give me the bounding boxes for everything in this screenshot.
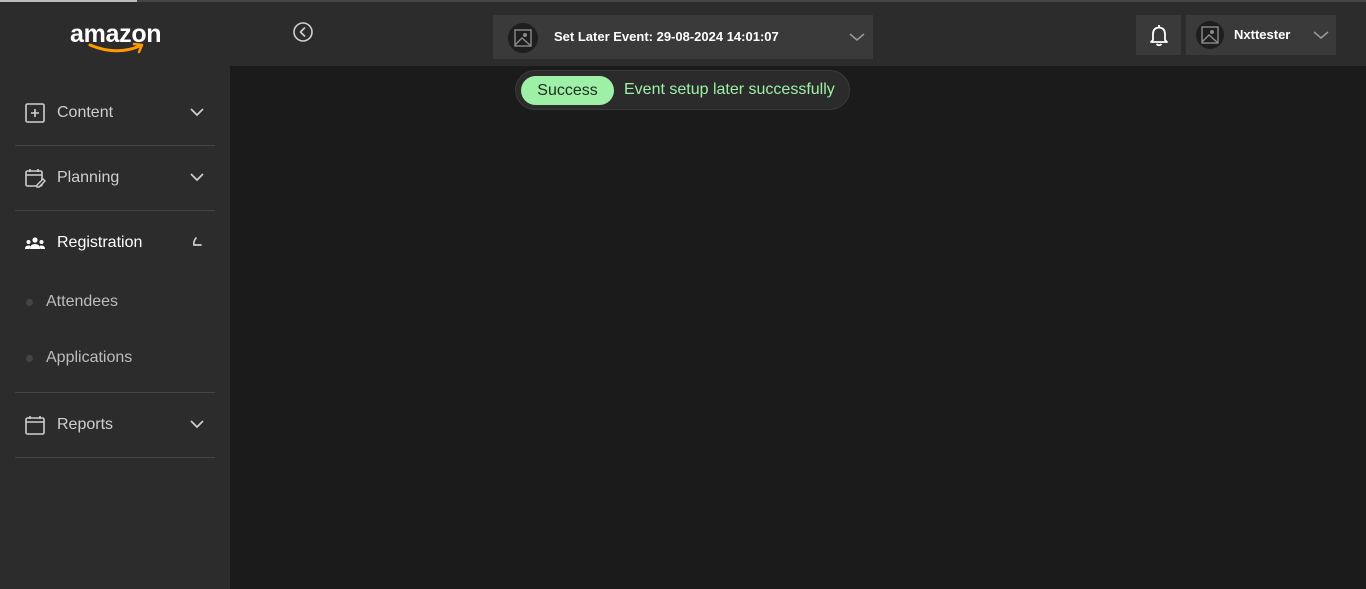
bell-icon [1150, 25, 1168, 47]
people-icon [25, 237, 45, 249]
user-name: Nxttester [1234, 27, 1291, 42]
event-thumbnail [508, 23, 538, 53]
notifications-button[interactable] [1136, 15, 1181, 55]
toast-message: Event setup later successfully [624, 81, 835, 98]
sidebar-divider [15, 457, 215, 458]
user-menu[interactable]: Nxttester [1186, 15, 1336, 55]
sidebar-item-label: Registration [57, 234, 143, 251]
main-content [230, 66, 1366, 589]
sidebar-subitem-attendees[interactable]: Attendees [15, 282, 215, 322]
calendar-edit-icon [25, 169, 46, 188]
sidebar-item-content[interactable]: Content [15, 80, 215, 144]
chevron-up-icon [192, 237, 202, 246]
image-placeholder-icon [1201, 26, 1219, 44]
chevron-down-icon [190, 420, 204, 429]
image-placeholder-icon [514, 29, 532, 47]
collapse-sidebar-button[interactable] [292, 21, 314, 43]
sidebar-subitem-label: Applications [46, 349, 133, 366]
top-bar: amazon Set Later Event: 29-08-2024 14:01… [0, 0, 1366, 66]
avatar [1196, 21, 1224, 49]
chevron-left-circle-icon [293, 22, 313, 42]
chevron-down-icon [190, 173, 204, 182]
sidebar-item-planning[interactable]: Planning [15, 145, 215, 209]
event-selector-label: Set Later Event: 29-08-2024 14:01:07 [554, 29, 779, 44]
event-selector-dropdown[interactable]: Set Later Event: 29-08-2024 14:01:07 [493, 15, 873, 59]
sidebar-item-label: Reports [57, 416, 114, 433]
sidebar-item-label: Content [57, 104, 114, 121]
sidebar-item-registration[interactable]: Registration [15, 210, 215, 274]
loading-bar [0, 0, 137, 2]
chevron-down-icon [190, 108, 204, 117]
chevron-down-icon [1313, 31, 1329, 39]
sidebar-item-label: Planning [57, 169, 120, 186]
chevron-down-icon [849, 33, 865, 41]
amazon-smile-icon [88, 42, 144, 54]
calendar-icon [25, 416, 45, 435]
bullet-dot [26, 355, 33, 362]
sidebar-subitem-label: Attendees [46, 293, 119, 310]
bullet-dot [26, 299, 33, 306]
plus-square-icon [25, 103, 45, 123]
sidebar-item-reports[interactable]: Reports [15, 392, 215, 456]
sidebar-subitem-applications[interactable]: Applications [15, 338, 215, 378]
status-badge: Success [521, 76, 614, 105]
sidebar: Content Planning Registration Attendees … [0, 66, 230, 589]
success-toast: Success Event setup later successfully [515, 70, 850, 110]
amazon-logo[interactable]: amazon [70, 20, 174, 60]
